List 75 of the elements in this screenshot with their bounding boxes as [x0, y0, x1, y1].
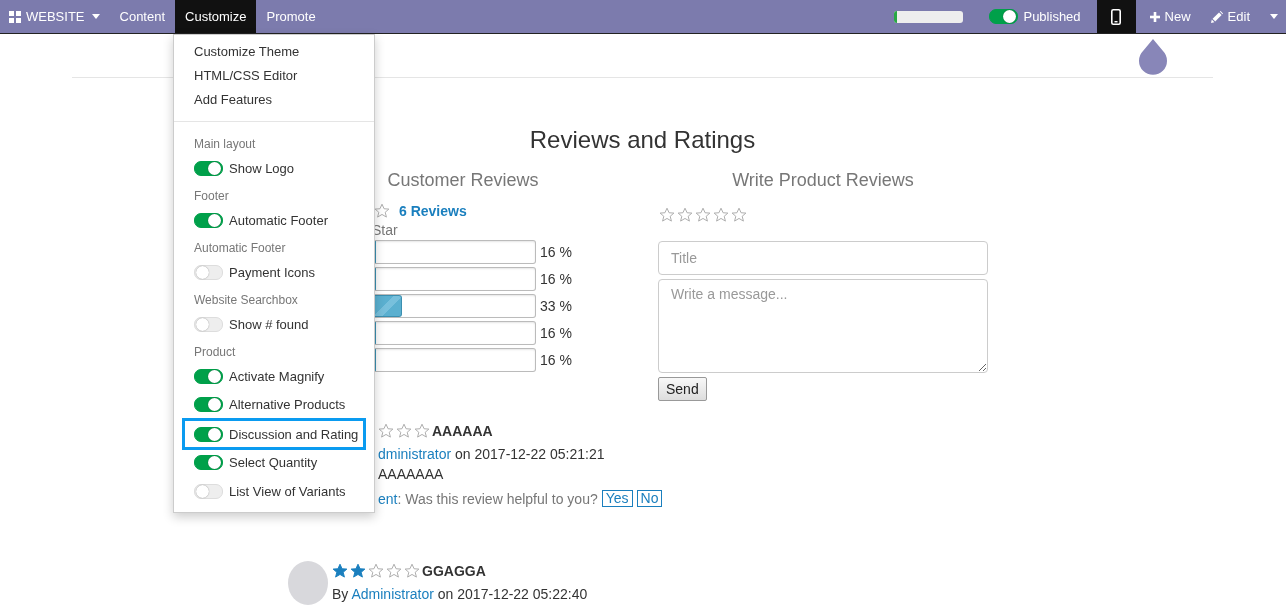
- toggle-switch[interactable]: [989, 9, 1019, 24]
- empty-star-icon: [731, 207, 747, 223]
- published-label: Published: [1023, 9, 1081, 24]
- helpful-question: : Was this review helpful to you?: [397, 490, 598, 507]
- toggle-switch[interactable]: [194, 426, 223, 442]
- menu-section-heading: Main layout: [193, 136, 256, 152]
- empty-star-icon: [368, 563, 384, 579]
- menu-option[interactable]: Automatic Footer: [174, 206, 332, 234]
- review-title: GGAGGA: [422, 563, 486, 579]
- pencil-icon: [1210, 10, 1223, 23]
- author-link[interactable]: dministrator: [378, 446, 452, 462]
- menu-section-heading: Product: [193, 344, 236, 360]
- menu-option[interactable]: Select Quantity: [174, 448, 322, 477]
- nav-menu-tab[interactable]: Promote: [256, 0, 326, 33]
- menu-option[interactable]: Activate Magnify: [174, 362, 329, 390]
- percentage-label: 16 %: [540, 243, 572, 260]
- empty-star-icon: [396, 423, 412, 439]
- menu-option[interactable]: Discussion and Rating: [182, 418, 366, 450]
- no-button[interactable]: No: [636, 490, 663, 507]
- new-button[interactable]: New: [1139, 0, 1201, 33]
- reviews-count-link[interactable]: 6 Reviews: [399, 203, 467, 219]
- empty-star-icon: [386, 563, 402, 579]
- review-byline: dministrator on 2017-12-22 05:21:21: [378, 445, 606, 464]
- review-title: AAAAAA: [432, 423, 493, 439]
- plus-icon: [1149, 11, 1160, 22]
- toggle-switch[interactable]: [194, 368, 223, 384]
- toggle-switch[interactable]: [194, 397, 223, 412]
- website-menu[interactable]: WEBSITE: [0, 0, 110, 33]
- percentage-label: 16 %: [540, 324, 572, 341]
- menu-option[interactable]: Alternative Products: [174, 390, 350, 419]
- empty-star-icon: [414, 423, 430, 439]
- percentage-label: 33 %: [540, 297, 572, 314]
- drop-icon: [1138, 39, 1168, 77]
- menu-item[interactable]: Add Features: [174, 88, 273, 112]
- title-input[interactable]: Title: [658, 241, 988, 275]
- menu-option[interactable]: List View of Variants: [174, 477, 350, 506]
- toggle-switch[interactable]: [194, 212, 223, 228]
- toggle-switch[interactable]: [194, 455, 223, 470]
- nav-menu-tab[interactable]: Customize: [175, 0, 257, 33]
- caret-icon: [1270, 14, 1278, 19]
- menu-item[interactable]: HTML/CSS Editor: [174, 64, 298, 88]
- empty-star-icon: [695, 207, 711, 223]
- percentage-label: 16 %: [540, 270, 572, 287]
- edit-button[interactable]: Edit: [1200, 0, 1260, 33]
- caret-icon: [91, 14, 100, 19]
- filled-star-icon: [350, 563, 366, 579]
- empty-star-icon: [659, 207, 675, 223]
- review-byline: By Administrator on 2017-12-22 05:22:40: [332, 585, 588, 604]
- yes-button[interactable]: Yes: [601, 490, 633, 507]
- empty-star-icon: [378, 423, 394, 439]
- menu-section-heading: Website Searchbox: [193, 292, 298, 308]
- menu-option[interactable]: Payment Icons: [174, 258, 319, 286]
- menu-section-heading: Automatic Footer: [193, 240, 286, 256]
- empty-star-icon: [677, 207, 693, 223]
- empty-star-icon: [404, 563, 420, 579]
- page-title: Reviews and Ratings: [529, 126, 756, 154]
- empty-star-icon: [713, 207, 729, 223]
- author-link[interactable]: Administrator: [351, 586, 434, 602]
- menu-option[interactable]: Show # found: [174, 310, 313, 338]
- progress-bar: [894, 10, 964, 23]
- toggle-switch[interactable]: [194, 160, 223, 176]
- filled-star-icon: [332, 563, 348, 579]
- menu-option[interactable]: Show Logo: [174, 154, 299, 182]
- message-textarea[interactable]: Write a message...: [658, 279, 988, 373]
- nav-menu-tab[interactable]: Content: [109, 0, 176, 33]
- mobile-preview-button[interactable]: [1096, 0, 1136, 33]
- percentage-label: 16 %: [540, 351, 572, 368]
- section-heading: Write Product Reviews: [731, 169, 915, 191]
- mobile-phone-icon: [1111, 8, 1122, 25]
- avatar-placeholder: [288, 561, 328, 605]
- send-button[interactable]: Send: [658, 377, 707, 401]
- menu-item[interactable]: Customize Theme: [174, 40, 300, 64]
- grid-icon: [9, 10, 21, 23]
- menu-section-heading: Footer: [193, 188, 229, 204]
- review-text: AAAAAAA: [378, 465, 445, 484]
